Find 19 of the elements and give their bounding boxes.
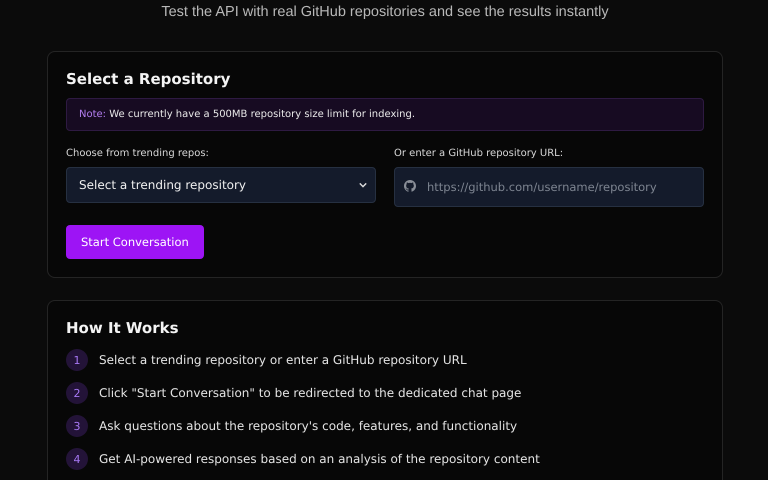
url-input-field[interactable]: https://github.com/username/repository	[394, 167, 704, 207]
step-number: 3	[66, 415, 88, 437]
step-text: Select a trending repository or enter a GitHub repository URL	[99, 353, 467, 367]
step-text: Get AI-powered responses based on an analysis of the repository content	[99, 452, 540, 466]
repository-dropdown[interactable]: Select a trending repository	[66, 167, 376, 203]
step-text: Click "Start Conversation" to be redirected to the dedicated chat page	[99, 386, 522, 400]
section-title: How It Works	[66, 319, 180, 337]
step-number: 2	[66, 382, 88, 404]
note-label: Note:	[79, 109, 106, 120]
note-text: We currently have a 500MB repository size limit for indexing.	[108, 109, 416, 120]
section-title: Select a Repository	[66, 70, 232, 88]
field-label: Choose from trending repos:	[66, 148, 210, 159]
step-number: 1	[66, 349, 88, 371]
caret-icon	[359, 182, 367, 188]
field-label: Or enter a GitHub repository URL:	[394, 148, 564, 159]
start-conversation-button[interactable]: Start Conversation	[66, 225, 204, 259]
subtitle: Test the API with real GitHub repositories and see the results instantly	[160, 4, 610, 20]
step-text: Ask questions about the repository's code, features, and functionality	[99, 419, 518, 433]
step-number: 4	[66, 448, 88, 470]
